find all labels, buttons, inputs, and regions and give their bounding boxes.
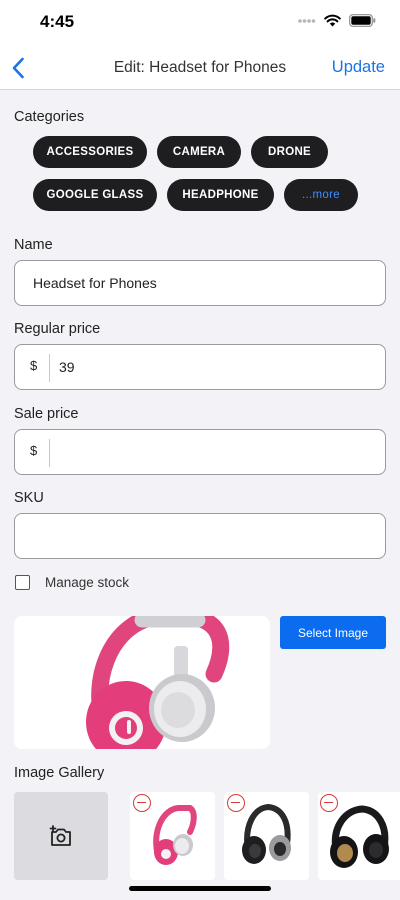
sku-label: SKU bbox=[14, 490, 44, 506]
product-main-image bbox=[14, 616, 270, 749]
select-image-button[interactable]: Select Image bbox=[280, 616, 386, 649]
manage-stock-label: Manage stock bbox=[45, 575, 130, 590]
image-gallery-label: Image Gallery bbox=[14, 765, 105, 781]
add-photo-icon bbox=[49, 825, 71, 846]
currency-divider bbox=[49, 439, 50, 467]
regular-price-label: Regular price bbox=[14, 321, 101, 337]
name-field-value: Headset for Phones bbox=[33, 275, 157, 291]
category-chip-camera[interactable]: CAMERA bbox=[157, 136, 241, 168]
category-chip-more[interactable]: ...more bbox=[284, 179, 358, 211]
category-chip-drone[interactable]: DRONE bbox=[251, 136, 328, 168]
wifi-icon bbox=[324, 14, 341, 27]
status-icons bbox=[298, 14, 376, 27]
regular-price-currency: $ bbox=[30, 358, 38, 373]
category-chip-google-glass[interactable]: GOOGLE GLASS bbox=[33, 179, 157, 211]
cellular-dots-icon bbox=[298, 18, 316, 23]
name-field[interactable]: Headset for Phones bbox=[14, 260, 386, 306]
name-label: Name bbox=[14, 237, 53, 253]
status-time: 4:45 bbox=[40, 12, 75, 31]
remove-image-icon[interactable] bbox=[133, 794, 151, 812]
manage-stock-checkbox[interactable] bbox=[15, 575, 30, 590]
battery-icon bbox=[349, 14, 376, 27]
sale-price-field[interactable]: $ bbox=[14, 429, 386, 475]
currency-divider bbox=[49, 354, 50, 382]
update-button[interactable]: Update bbox=[332, 58, 385, 77]
category-chip-headphone[interactable]: HEADPHONE bbox=[167, 179, 274, 211]
sale-price-currency: $ bbox=[30, 443, 38, 458]
home-indicator bbox=[129, 886, 271, 891]
add-photo-button[interactable] bbox=[14, 792, 108, 880]
sale-price-label: Sale price bbox=[14, 406, 79, 422]
regular-price-field[interactable]: $ 39 bbox=[14, 344, 386, 390]
navigation-bar: Edit: Headset for Phones Update bbox=[0, 46, 400, 90]
remove-image-icon[interactable] bbox=[320, 794, 338, 812]
sku-field[interactable] bbox=[14, 513, 386, 559]
status-bar: 4:45 bbox=[0, 0, 400, 46]
remove-image-icon[interactable] bbox=[227, 794, 245, 812]
pink-headphones-image bbox=[86, 616, 230, 749]
categories-label: Categories bbox=[14, 109, 85, 125]
regular-price-value: 39 bbox=[59, 359, 75, 375]
category-chip-accessories[interactable]: ACCESSORIES bbox=[33, 136, 147, 168]
